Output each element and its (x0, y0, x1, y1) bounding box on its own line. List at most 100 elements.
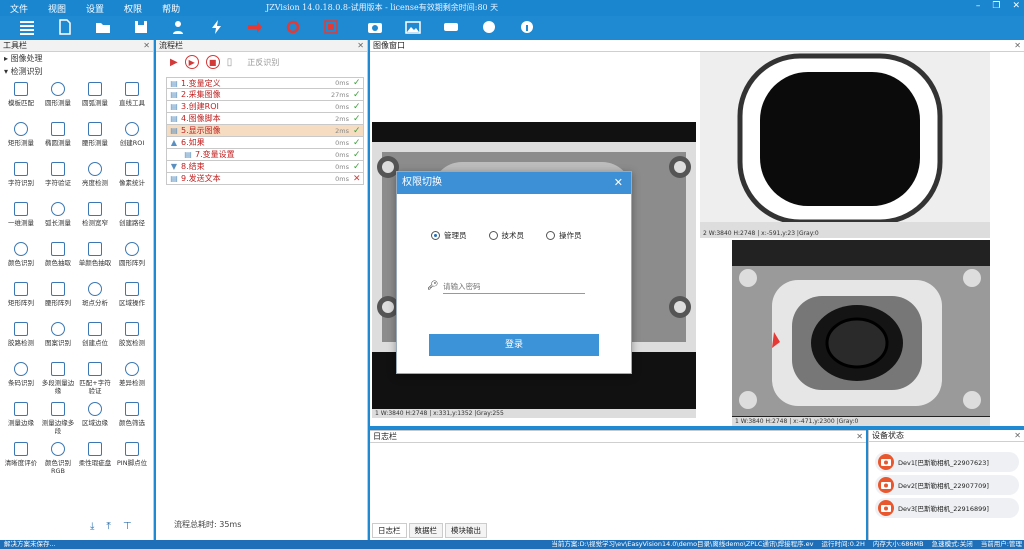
tool-item[interactable]: 创建ROI (114, 122, 150, 158)
camera-icon[interactable] (364, 18, 386, 36)
image-view-3[interactable]: 1 W:3840 H:2748 | x:-471,y:2300 |Gray:0 (732, 240, 990, 426)
menu-view[interactable]: 视图 (38, 2, 76, 15)
tool-item[interactable]: 区域边缘 (77, 402, 113, 438)
tool-item[interactable]: 差异检测 (114, 362, 150, 398)
tool-item[interactable]: 清晰度评价 (3, 442, 39, 478)
tool-item[interactable]: PIN脚点位 (114, 442, 150, 478)
tool-item[interactable]: 斑点分析 (77, 282, 113, 318)
tool-item[interactable]: 多段测量边缘 (40, 362, 76, 398)
move-top-icon[interactable]: ⊤ (123, 521, 132, 532)
tool-item[interactable]: 胶路检测 (3, 322, 39, 358)
tool-item[interactable]: 矩形阵列 (3, 282, 39, 318)
tool-item[interactable]: 柔性瑕疵盘 (77, 442, 113, 478)
tool-item[interactable]: 圆弧测量 (77, 82, 113, 118)
close-icon[interactable]: ✕ (143, 40, 150, 52)
flow-step[interactable]: ▲ 6.如果 0ms ✓ (166, 137, 364, 149)
tool-item[interactable]: 一维测量 (3, 202, 39, 238)
tool-item[interactable]: 胶宽检测 (114, 322, 150, 358)
menu-help[interactable]: 帮助 (152, 2, 190, 15)
tool-item[interactable]: 颜色识别RGB (40, 442, 76, 478)
user-icon[interactable] (168, 18, 190, 36)
tool-item[interactable]: 颜色筛选 (114, 402, 150, 438)
close-icon[interactable]: ✕ (357, 40, 364, 52)
flow-step[interactable]: ▤ 2.采集图像 27ms ✓ (166, 89, 364, 101)
variable-icon[interactable] (440, 18, 462, 36)
close-icon[interactable]: ✕ (1014, 40, 1021, 52)
tool-item[interactable]: 矩形测量 (3, 122, 39, 158)
tool-item[interactable]: 圆形阵列 (114, 242, 150, 278)
tool-item[interactable]: 匹配+字符验证 (77, 362, 113, 398)
run-icon[interactable]: ▶ (170, 57, 178, 68)
tool-item[interactable]: 直线工具 (114, 82, 150, 118)
device-item[interactable]: Dev3[巴斯勒相机_22916899] (875, 498, 1019, 518)
password-input[interactable] (443, 280, 585, 294)
flow-step[interactable]: ▼ 8.结束 0ms ✓ (166, 161, 364, 173)
tool-item[interactable]: 椭圆测量 (40, 122, 76, 158)
tool-item[interactable]: 像素统计 (114, 162, 150, 198)
tool-item[interactable]: 测量边缘多段 (40, 402, 76, 438)
minimize-icon[interactable]: – (976, 1, 981, 11)
tool-item[interactable]: 腰形测量 (77, 122, 113, 158)
image-icon[interactable] (402, 18, 424, 36)
flow-step[interactable]: ▤ 1.变量定义 0ms ✓ (166, 77, 364, 89)
role-operator[interactable]: 操作员 (546, 230, 582, 241)
tool-item[interactable]: 检测宽窄 (77, 202, 113, 238)
menu-file[interactable]: 文件 (0, 2, 38, 15)
flow-step[interactable]: ▤ 5.显示图像 2ms ✓ (166, 125, 364, 137)
tool-item[interactable]: 腰形阵列 (40, 282, 76, 318)
tool-item[interactable]: 圆形测量 (40, 82, 76, 118)
stop-icon[interactable] (320, 18, 342, 36)
tool-item[interactable]: 创建路径 (114, 202, 150, 238)
tool-item[interactable]: 字符验证 (40, 162, 76, 198)
tab-module-output[interactable]: 模块输出 (445, 523, 487, 538)
list-icon[interactable] (16, 18, 38, 36)
tool-item[interactable]: 测量边缘 (3, 402, 39, 438)
tab-log[interactable]: 日志栏 (372, 523, 407, 538)
close-icon[interactable]: ✕ (1012, 1, 1020, 11)
tool-item[interactable]: 字符识别 (3, 162, 39, 198)
tool-item[interactable]: 条码识别 (3, 362, 39, 398)
flow-step[interactable]: ▤ 4.图像脚本 2ms ✓ (166, 113, 364, 125)
tool-item[interactable]: 创建点位 (77, 322, 113, 358)
flow-step[interactable]: ▤ 9.发送文本 0ms ✕ (166, 173, 364, 185)
role-technician[interactable]: 技术员 (488, 230, 524, 241)
move-down-icon[interactable]: ⤓ (90, 521, 94, 532)
close-icon[interactable]: ✕ (1014, 430, 1021, 442)
lightning-icon[interactable] (206, 18, 228, 36)
arrow-right-icon[interactable] (244, 18, 266, 36)
tool-item[interactable]: 亮度检测 (77, 162, 113, 198)
flow-step[interactable]: ▤ 3.创建ROI 0ms ✓ (166, 101, 364, 113)
menu-settings[interactable]: 设置 (76, 2, 114, 15)
menu-permission[interactable]: 权限 (114, 2, 152, 15)
script-icon[interactable] (478, 18, 500, 36)
new-file-icon[interactable] (54, 18, 76, 36)
close-icon[interactable]: ✕ (614, 172, 623, 194)
flow-mode-label[interactable]: 正反识别 (247, 57, 279, 68)
section-image-processing[interactable]: ▸ 图像处理 (0, 52, 153, 65)
save-icon[interactable] (130, 18, 152, 36)
tool-item[interactable]: 弧长测量 (40, 202, 76, 238)
refresh-icon[interactable] (282, 18, 304, 36)
section-detect[interactable]: ▾ 检测识别 (0, 65, 153, 78)
tool-item[interactable]: 颜色抽取 (40, 242, 76, 278)
device-item[interactable]: Dev1[巴斯勒相机_22907623] (875, 452, 1019, 472)
info-icon[interactable] (516, 18, 538, 36)
role-admin[interactable]: 管理员 (431, 230, 467, 241)
login-button[interactable]: 登录 (429, 334, 599, 356)
restore-icon[interactable]: ❐ (992, 1, 1000, 11)
tab-data[interactable]: 数据栏 (408, 523, 443, 538)
move-up-icon[interactable]: ⤒ (106, 521, 110, 532)
tool-item[interactable]: 单颜色抽取 (77, 242, 113, 278)
run-loop-icon[interactable]: ▶ (184, 55, 199, 69)
panel-icon[interactable]: ▯ (227, 57, 233, 68)
stop-circle-icon[interactable]: ■ (205, 55, 220, 69)
device-item[interactable]: Dev2[巴斯勒相机_22907709] (875, 475, 1019, 495)
tool-item[interactable]: 模板匹配 (3, 82, 39, 118)
close-icon[interactable]: ✕ (856, 431, 863, 443)
tool-item[interactable]: 图案识别 (40, 322, 76, 358)
flow-step[interactable]: ▤ 7.变量设置 0ms ✓ (166, 149, 364, 161)
open-folder-icon[interactable] (92, 18, 114, 36)
image-view-2[interactable]: 2 W:3840 H:2748 | x:-591,y:23 |Gray:0 (700, 52, 990, 238)
tool-item[interactable]: 区域操作 (114, 282, 150, 318)
tool-item[interactable]: 颜色识别 (3, 242, 39, 278)
